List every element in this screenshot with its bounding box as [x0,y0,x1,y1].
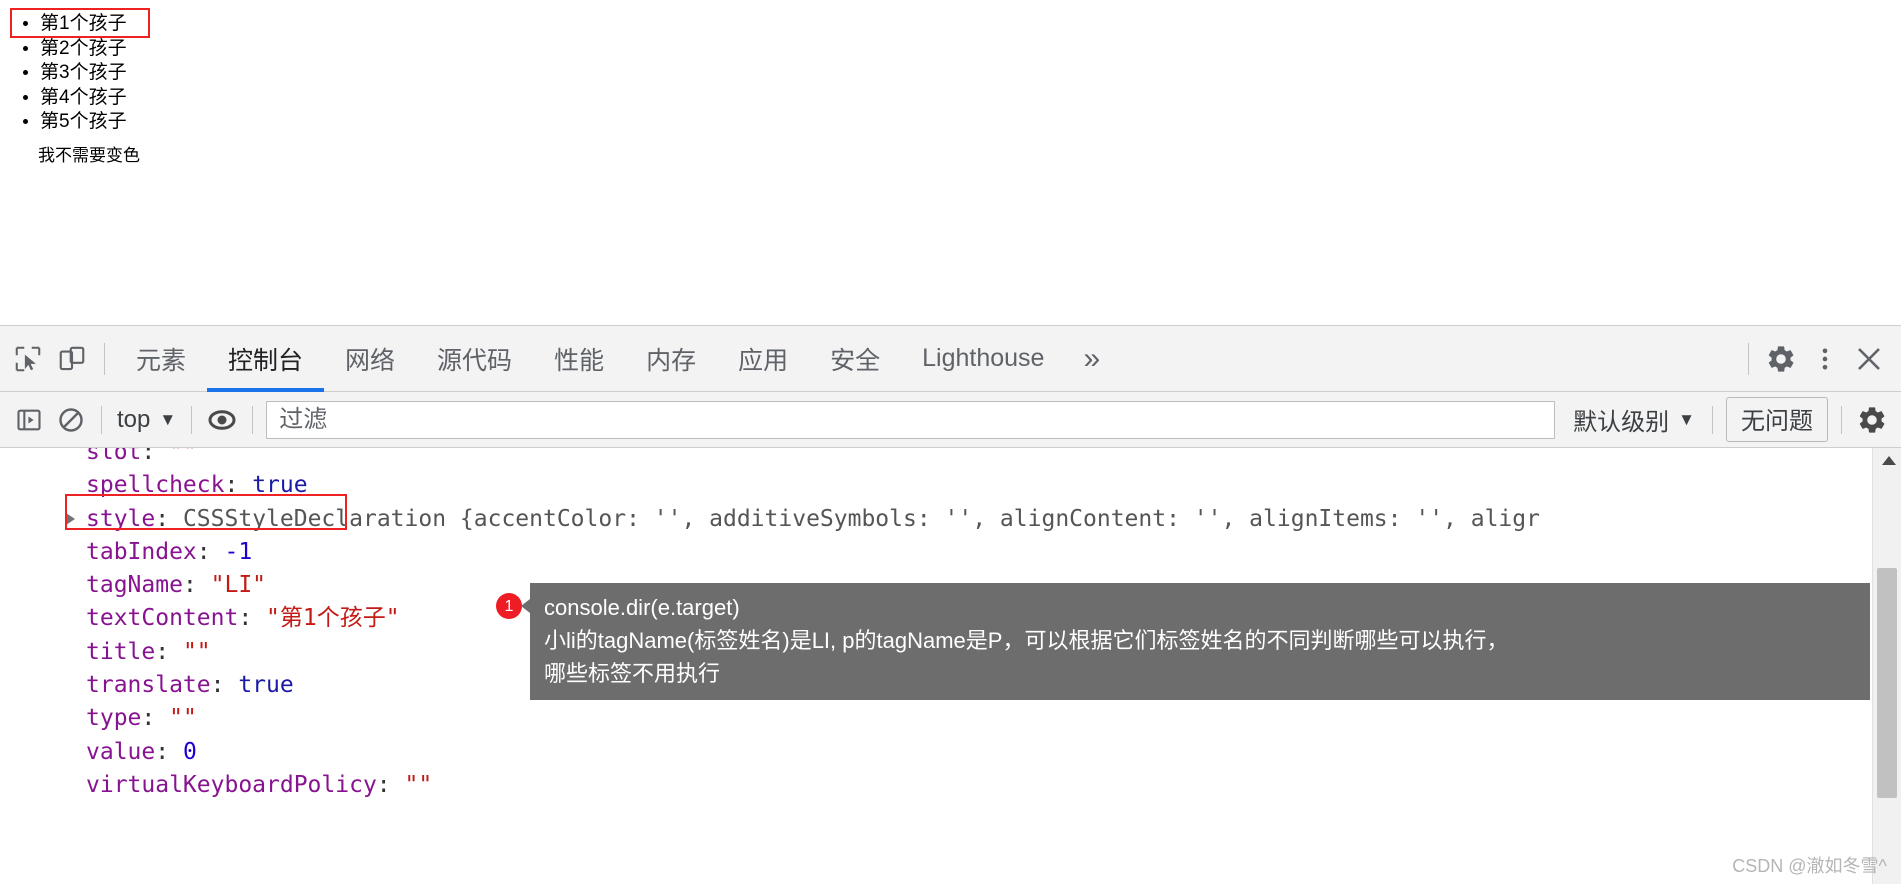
tab-network[interactable]: 网络 [324,326,416,391]
screenshot-root: 第1个孩子 第2个孩子 第3个孩子 第4个孩子 第5个孩子 我不需要变色 [0,0,1901,884]
chevron-down-icon: ▼ [1678,409,1695,429]
property-colon: : [155,638,183,665]
issues-button[interactable]: 无问题 [1726,397,1828,442]
paragraph-text[interactable]: 我不需要变色 [38,141,140,166]
panel-tabs: 元素 控制台 网络 源代码 性能 内存 应用 安全 Lighthouse » [115,326,1738,392]
devtools-tabbar: 元素 控制台 网络 源代码 性能 内存 应用 安全 Lighthouse » [0,326,1901,392]
console-property-line[interactable]: value: 0 [0,736,1871,769]
annotation-pointer-icon [521,599,530,613]
gear-icon[interactable] [1759,337,1803,381]
property-colon: : [238,605,267,632]
devtools-tabbar-actions [1738,337,1901,381]
web-page-content: 第1个孩子 第2个孩子 第3个孩子 第4个孩子 第5个孩子 我不需要变色 [0,0,1901,325]
annotation-tooltip: 1 console.dir(e.target) 小li的tagName(标签姓名… [496,583,1870,700]
console-property-line[interactable]: type: "" [0,702,1871,735]
close-icon[interactable] [1847,337,1891,381]
property-colon: : [155,738,183,765]
property-key: virtualKeyboardPolicy [86,771,377,798]
log-level-selector[interactable]: 默认级别 ▼ [1565,402,1703,437]
live-expression-icon[interactable] [201,399,243,441]
annotation-badge: 1 [496,593,522,619]
toolbar-divider [1712,405,1713,434]
property-value: -1 [224,538,253,565]
toolbar-divider [1841,405,1842,434]
log-level-label: 默认级别 [1573,409,1670,436]
console-filter-toolbar: top ▼ 默认级别 ▼ 无问题 [0,392,1901,448]
property-value: "" [182,638,211,665]
console-property-line[interactable]: virtualKeyboardPolicy: "" [0,769,1871,802]
tab-security[interactable]: 安全 [809,326,901,391]
console-property-line[interactable]: tabIndex: -1 [0,536,1871,569]
annotation-line-1: console.dir(e.target) [544,595,740,620]
property-value: "" [169,705,197,732]
property-colon: : [141,705,170,732]
execution-context-selector[interactable]: top ▼ [111,406,182,434]
tab-sources[interactable]: 源代码 [416,326,533,391]
property-key: title [86,638,156,665]
property-value: "第1个孩子" [266,605,400,632]
property-colon: : [141,448,170,465]
toolbar-divider [101,405,102,434]
toolbar-divider [191,405,193,434]
chevron-down-icon: ▼ [159,409,177,429]
property-value: 0 [182,738,197,765]
kebab-menu-icon[interactable] [1803,337,1847,381]
more-tabs-chevron-icon[interactable]: » [1065,326,1118,391]
toolbar-divider [104,342,105,375]
property-key: translate [86,672,211,699]
console-settings-gear-icon[interactable] [1851,399,1893,441]
property-key: slot [86,448,142,465]
property-key: tabIndex [86,538,197,565]
property-colon: : [210,672,239,699]
list-item[interactable]: 第4个孩子 [40,86,127,110]
tab-lighthouse[interactable]: Lighthouse [901,326,1065,391]
tab-memory[interactable]: 内存 [625,326,717,391]
property-value: true [238,672,294,699]
scrollbar-thumb[interactable] [1877,568,1897,798]
property-value: CSSStyleDeclaration {accentColor: '', ad… [182,505,1540,532]
list-item[interactable]: 第3个孩子 [40,61,127,85]
clear-console-icon[interactable] [50,399,92,441]
property-colon: : [224,472,253,499]
property-key: style [86,505,156,532]
list-item[interactable]: 第1个孩子 [40,12,127,36]
tab-console[interactable]: 控制台 [207,326,325,392]
inspect-cursor-icon[interactable] [6,337,50,381]
toolbar-divider [252,405,254,434]
expand-triangle-icon[interactable] [66,512,75,525]
list-item[interactable]: 第2个孩子 [40,37,127,61]
property-key: spellcheck [86,472,225,499]
property-key: tagName [86,572,183,599]
property-key: type [86,705,142,732]
property-colon: : [155,505,183,532]
toolbar-divider [1748,342,1749,375]
console-property-line[interactable]: slot: "" [0,448,1871,469]
annotation-line-3: 哪些标签不用执行 [544,661,721,686]
watermark: CSDN @澈如冬雪^ [1732,856,1887,876]
property-value: "LI" [210,572,267,599]
property-value: "" [404,771,433,798]
console-sidebar-icon[interactable] [8,399,50,441]
tab-application[interactable]: 应用 [717,326,809,391]
tab-performance[interactable]: 性能 [533,326,625,391]
property-key: value [86,738,156,765]
filter-input[interactable] [266,400,1556,439]
annotation-line-2: 小li的tagName(标签姓名)是LI, p的tagName是P，可以根据它们… [544,628,1509,653]
property-colon: : [376,771,405,798]
console-property-line[interactable]: spellcheck: true [0,469,1871,502]
property-value: "" [169,448,197,465]
property-colon: : [196,538,225,565]
console-property-line[interactable]: style: CSSStyleDeclaration {accentColor:… [0,503,1871,536]
list-item[interactable]: 第5个孩子 [40,110,127,134]
console-scrollbar[interactable] [1872,448,1901,884]
scroll-up-arrow-icon[interactable] [1882,456,1896,465]
property-value: true [252,472,308,499]
property-colon: : [182,572,211,599]
device-toolbar-icon[interactable] [50,337,94,381]
children-list: 第1个孩子 第2个孩子 第3个孩子 第4个孩子 第5个孩子 [40,12,127,135]
execution-context-label: top [117,405,151,433]
tab-elements[interactable]: 元素 [115,326,207,391]
property-key: textContent [86,605,239,632]
